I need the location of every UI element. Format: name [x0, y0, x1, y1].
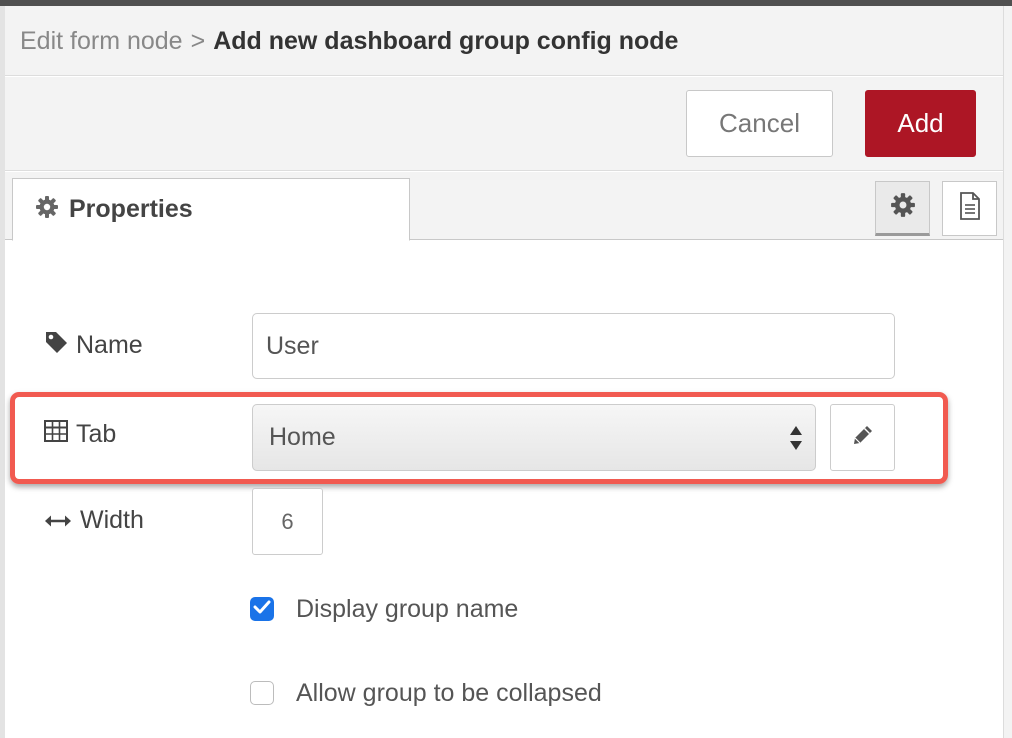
- tray-header: Edit form node > Add new dashboard group c…: [5, 6, 1003, 76]
- file-text-icon: [959, 192, 981, 225]
- tab-properties[interactable]: Properties: [12, 178, 410, 241]
- breadcrumb-current: Add new dashboard group config node: [213, 27, 679, 55]
- cog-icon: [35, 195, 59, 224]
- check-icon: [253, 599, 271, 620]
- width-picker-button[interactable]: 6: [252, 488, 323, 555]
- right-scroll-edge: [1003, 6, 1012, 738]
- cancel-button[interactable]: Cancel: [686, 90, 833, 157]
- width-label-text: Width: [80, 506, 144, 534]
- name-label-text: Name: [76, 331, 143, 359]
- arrows-h-icon: [44, 506, 80, 535]
- edit-tab-button[interactable]: [830, 404, 895, 471]
- add-button[interactable]: Add: [865, 90, 976, 157]
- breadcrumb-separator: >: [190, 27, 206, 55]
- tab-label-text: Tab: [76, 420, 117, 448]
- tab-select[interactable]: Home: [252, 404, 816, 471]
- pencil-icon: [852, 424, 874, 451]
- node-settings-button[interactable]: [875, 181, 930, 236]
- tab-bar: Properties: [5, 172, 1003, 241]
- allow-collapse-label: Allow group to be collapsed: [296, 679, 602, 707]
- table-icon: [44, 420, 76, 449]
- tray-toolbar: Cancel Add: [5, 77, 1003, 171]
- cog-icon: [890, 192, 916, 223]
- width-label: Width: [44, 506, 144, 535]
- sort-arrows-icon: [789, 425, 803, 458]
- display-group-name-checkbox[interactable]: [250, 597, 274, 621]
- allow-collapse-checkbox[interactable]: [250, 681, 274, 705]
- tab-select-value: Home: [269, 423, 336, 451]
- display-group-name-label: Display group name: [296, 595, 519, 623]
- node-description-button[interactable]: [942, 181, 997, 236]
- tag-icon: [44, 330, 76, 361]
- breadcrumb-parent-link[interactable]: Edit form node: [20, 27, 183, 55]
- breadcrumb: Edit form node > Add new dashboard group c…: [20, 27, 678, 55]
- tab-label: Tab: [44, 420, 116, 449]
- name-input[interactable]: User: [252, 313, 895, 379]
- tab-properties-label: Properties: [69, 195, 193, 223]
- name-label: Name: [44, 330, 143, 361]
